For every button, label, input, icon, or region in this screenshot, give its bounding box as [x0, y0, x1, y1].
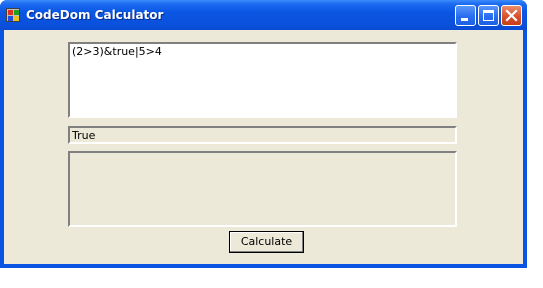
app-icon[interactable] — [6, 8, 20, 22]
app-icon-blue-quad — [8, 16, 13, 21]
close-icon — [505, 9, 518, 22]
expression-input[interactable]: (2>3)&true|5>4 — [68, 42, 457, 118]
minimize-button[interactable] — [455, 5, 476, 26]
client-area: (2>3)&true|5>4 True Calculate — [4, 30, 523, 264]
app-icon-red-quad — [8, 10, 13, 15]
minimize-icon — [461, 18, 468, 21]
app-icon-green-quad — [14, 10, 19, 15]
calculator-window: CodeDom Calculator (2>3)&true|5>4 True C… — [0, 0, 527, 268]
app-icon-yellow-quad — [14, 16, 19, 21]
close-button[interactable] — [501, 5, 522, 26]
window-title: CodeDom Calculator — [26, 8, 164, 22]
maximize-button[interactable] — [478, 5, 499, 26]
title-bar[interactable]: CodeDom Calculator — [0, 0, 527, 30]
result-field[interactable]: True — [68, 126, 457, 144]
maximize-icon — [483, 10, 494, 21]
error-output-field[interactable] — [68, 151, 457, 227]
calculate-button[interactable]: Calculate — [229, 231, 304, 253]
